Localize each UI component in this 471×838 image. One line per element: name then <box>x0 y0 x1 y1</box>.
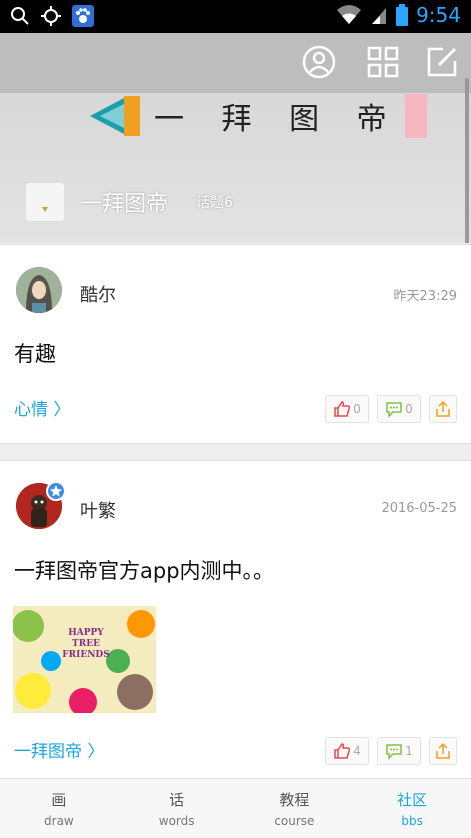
community-header: 一 拜 图 帝 一拜图帝 话题6 <box>0 33 471 243</box>
top-toolbar <box>0 33 471 93</box>
user-icon[interactable] <box>302 45 336 79</box>
post-content[interactable]: 有趣 <box>14 338 56 368</box>
status-bar: 9:54 <box>0 0 471 33</box>
nav-bbs-sublabel: bbs <box>401 814 423 828</box>
comment-icon <box>386 402 402 418</box>
share-button[interactable] <box>429 737 457 765</box>
image-caption: HAPPY TREE FRIENDS <box>62 628 110 660</box>
comment-button[interactable]: 0 <box>377 395 421 423</box>
nav-words-label: 话 <box>169 791 185 809</box>
signal-icon <box>372 8 387 24</box>
post-content[interactable]: 一拜图帝官方app内测中。。 <box>14 555 274 585</box>
post-card[interactable]: 叶繁 2016-05-25 一拜图帝官方app内测中。。 HAPPY TREE … <box>0 460 471 780</box>
avatar[interactable] <box>16 267 62 313</box>
comment-count: 0 <box>405 402 413 416</box>
avatar-image <box>16 267 62 313</box>
logo-icon <box>90 96 140 136</box>
banner: 一 拜 图 帝 <box>90 89 427 143</box>
comment-count: 1 <box>405 744 413 758</box>
paw-icon <box>72 5 94 27</box>
share-button[interactable] <box>429 395 457 423</box>
nav-draw-label: 画 <box>51 791 67 809</box>
post-tag[interactable]: 一拜图帝 〉 <box>14 737 104 762</box>
nav-words[interactable]: 话 words <box>118 779 236 838</box>
post-author[interactable]: 酷尔 <box>80 281 116 307</box>
like-button[interactable]: 0 <box>325 395 369 423</box>
bottom-nav: 画 draw 话 words 教程 course 社区 bbs <box>0 778 471 838</box>
nav-draw[interactable]: 画 draw <box>0 779 118 838</box>
comment-icon <box>386 744 402 760</box>
thumbs-up-icon <box>334 743 351 759</box>
post-time: 昨天23:29 <box>393 289 457 304</box>
nav-course-label: 教程 <box>279 791 310 809</box>
compose-icon[interactable] <box>425 45 459 79</box>
search-icon <box>11 7 29 25</box>
thumbs-up-icon <box>334 401 351 417</box>
grid-icon[interactable] <box>366 45 400 79</box>
community-info: 一拜图帝 话题6 <box>26 183 233 221</box>
like-count: 0 <box>353 402 361 416</box>
nav-course[interactable]: 教程 course <box>236 779 354 838</box>
share-icon <box>436 742 450 759</box>
status-clock: 9:54 <box>416 3 461 27</box>
like-button[interactable]: 4 <box>325 737 369 765</box>
community-name: 一拜图帝 <box>80 192 169 217</box>
like-count: 4 <box>353 744 361 758</box>
post-tag[interactable]: 心情 〉 <box>14 395 70 420</box>
comment-button[interactable]: 1 <box>377 737 421 765</box>
share-icon <box>436 400 450 417</box>
post-time: 2016-05-25 <box>381 501 457 516</box>
wifi-icon <box>337 5 362 24</box>
thumb-mark-icon <box>42 207 48 212</box>
banner-title: 一 拜 图 帝 <box>154 102 401 137</box>
scrollbar[interactable] <box>465 78 469 243</box>
verified-badge-icon <box>46 481 66 501</box>
post-author[interactable]: 叶繁 <box>80 497 116 523</box>
nav-draw-sublabel: draw <box>44 814 74 828</box>
post-card[interactable]: 酷尔 昨天23:29 有趣 心情 〉 0 0 <box>0 244 471 444</box>
topic-count: 话题6 <box>196 195 233 211</box>
nav-bbs[interactable]: 社区 bbs <box>353 779 471 838</box>
nav-course-sublabel: course <box>274 814 315 828</box>
location-icon <box>41 6 61 26</box>
community-thumbnail[interactable] <box>26 183 64 221</box>
battery-icon <box>396 4 409 26</box>
nav-bbs-label: 社区 <box>397 791 428 809</box>
post-image[interactable]: HAPPY TREE FRIENDS <box>13 606 156 713</box>
banner-accent <box>404 94 427 138</box>
nav-words-sublabel: words <box>158 814 195 828</box>
